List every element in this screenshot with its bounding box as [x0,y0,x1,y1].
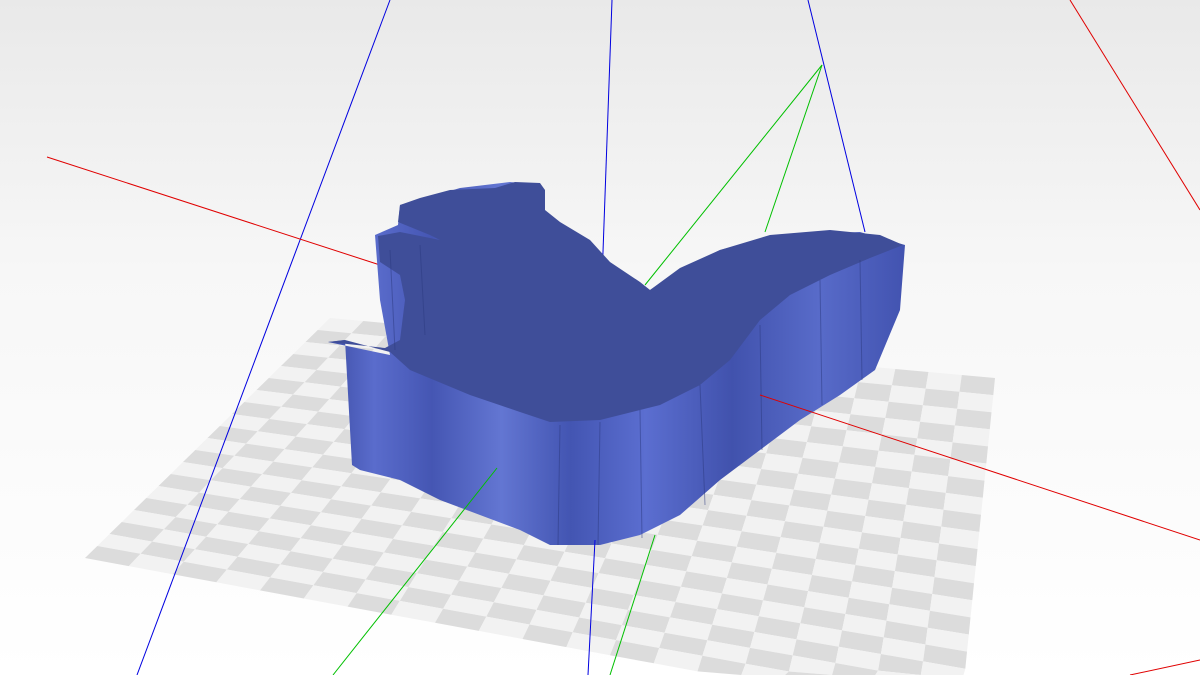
y-axis-line [764,64,823,233]
plate-cell [888,385,926,406]
plate-cell [925,372,962,392]
z-axis-line [601,0,613,281]
x-axis-line [1069,0,1200,211]
plate-cell [854,382,892,402]
x-axis-line [1129,659,1200,675]
plate-cell [957,391,994,413]
plate-cell [922,388,960,409]
plate-cell [891,369,929,389]
plate-cell [959,375,995,396]
scene-canvas[interactable] [0,0,1200,675]
3d-viewport[interactable] [0,0,1200,675]
z-axis-line [807,0,866,233]
x-axis-line [46,156,381,266]
